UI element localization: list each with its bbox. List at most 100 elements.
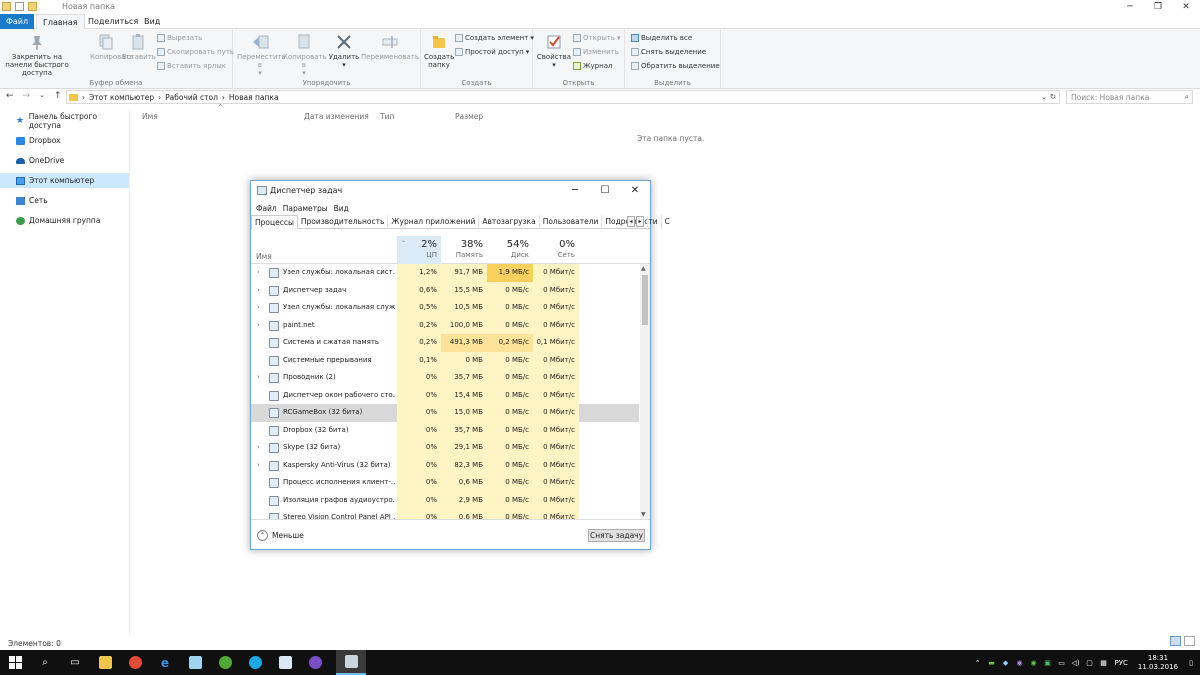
column-disk[interactable]: 54% Диск [487,236,533,264]
utorrent-tray-icon[interactable]: ◉ [1029,659,1039,667]
tm-maximize-button[interactable]: ☐ [590,181,620,201]
new-folder-icon[interactable] [28,2,37,11]
maximize-button[interactable]: ❐ [1144,0,1172,14]
taskbar-utorrent[interactable] [210,650,240,675]
clock[interactable]: 18:31 11.03.2016 [1138,654,1178,672]
taskbar-viber[interactable] [300,650,330,675]
expand-chevron-icon[interactable]: › [257,461,260,469]
nav-item-quick-access[interactable]: ★ Панель быстрого доступа [0,112,129,130]
menu-view[interactable]: Вид [334,204,349,213]
folder-icon[interactable] [2,2,11,11]
tab-performance[interactable]: Производительность [298,215,389,229]
nav-item-this-pc[interactable]: Этот компьютер [0,173,129,188]
taskbar-skype[interactable] [240,650,270,675]
action-center-icon[interactable]: ▯ [1186,659,1196,667]
invert-selection-button[interactable]: Обратить выделение [631,62,720,70]
process-row[interactable]: Системные прерывания 0,1% 0 МБ 0 МБ/с 0 Мбит… [251,351,639,369]
taskbar-task-manager[interactable] [336,650,366,675]
process-list-scrollbar[interactable]: ▲ ▼ [640,264,650,519]
tab-startup[interactable]: Автозагрузка [479,215,540,229]
process-row[interactable]: › paint.net 0,2% 100,0 МБ 0 МБ/с 0 Мбит/с [251,316,639,334]
refresh-icon[interactable]: ⌄ ↻ [1041,92,1056,101]
breadcrumb-desktop[interactable]: Рабочий стол [165,93,218,102]
task-view-button[interactable]: ▭ [60,650,90,675]
large-icons-view-icon[interactable] [1184,636,1195,646]
process-row[interactable]: › Проводник (2) 0% 35,7 МБ 0 МБ/с 0 Мбит/с [251,369,639,387]
taskbar-paintnet[interactable] [270,650,300,675]
viber-tray-icon[interactable]: ◉ [1015,659,1025,667]
process-row[interactable]: Система и сжатая память 0,2% 491,3 МБ 0,2 М… [251,334,639,352]
expand-chevron-icon[interactable]: › [257,443,260,451]
dropbox-tray-icon[interactable]: ◆ [1001,659,1011,667]
select-all-button[interactable]: Выделить все [631,34,692,42]
end-task-button[interactable]: Снять задачу [588,529,645,542]
copy-to-button[interactable]: Копировать в ▾ [283,33,327,77]
taskbar-chrome[interactable] [120,650,150,675]
taskbar-explorer[interactable] [90,650,120,675]
taskbar-edge[interactable]: e [150,650,180,675]
delete-button[interactable]: Удалить ▾ [327,33,361,69]
process-row[interactable]: Процесс исполнения клиент-... 0% 0,6 МБ 0 М… [251,474,639,492]
new-folder-button[interactable]: Создать папку [424,33,454,69]
edit-button[interactable]: Изменить [573,48,619,56]
column-date[interactable]: Дата изменения [304,112,369,121]
column-cpu[interactable]: ⌄ 2% ЦП [397,236,441,264]
easy-access-button[interactable]: Простой доступ ▾ [455,48,529,56]
properties-icon[interactable] [15,2,24,11]
nav-item-onedrive[interactable]: OneDrive [0,153,129,168]
tab-processes[interactable]: Процессы [251,215,298,229]
process-row[interactable]: Stereo Vision Control Panel API ... 0% 0,6… [251,509,639,519]
process-row[interactable]: Изоляция графов аудиоустро... 0% 2,9 МБ 0 М… [251,491,639,509]
copy-path-button[interactable]: Скопировать путь [157,48,234,56]
column-size[interactable]: Размер [455,112,483,121]
tab-scroll-left-icon[interactable]: ◂ [627,216,635,227]
expand-chevron-icon[interactable]: › [257,268,260,276]
select-none-button[interactable]: Снять выделение [631,48,706,56]
address-bar[interactable]: › Этот компьютер › Рабочий стол › Новая … [66,90,1060,104]
fewer-details-button[interactable]: ⌃ Меньше [257,530,304,541]
pin-quick-access-button[interactable]: Закрепить на панели быстрого доступа [4,33,70,77]
expand-chevron-icon[interactable]: › [257,373,260,381]
tray-app-icon[interactable]: ▬ [987,659,997,667]
process-row[interactable]: › Узел службы: локальная служ... 0,5% 10,5 … [251,299,639,317]
menu-options[interactable]: Параметры [283,204,328,213]
volume-icon[interactable]: ◁) [1071,659,1081,667]
tm-minimize-button[interactable]: ─ [560,181,590,201]
nav-item-homegroup[interactable]: Домашняя группа [0,213,129,228]
tab-users[interactable]: Пользователи [540,215,603,229]
paste-shortcut-button[interactable]: Вставить ярлык [157,62,226,70]
tab-services[interactable]: С [662,215,673,229]
column-name[interactable]: Имя [256,252,272,261]
minimize-button[interactable]: ─ [1116,0,1144,14]
tray-expand-icon[interactable]: ⌃ [973,659,983,667]
back-arrow-icon[interactable]: ← [6,91,14,101]
tab-home[interactable]: Главная [36,14,85,29]
scrollbar-thumb[interactable] [642,275,648,325]
cut-button[interactable]: Вырезать [157,34,202,42]
nav-item-dropbox[interactable]: Dropbox [0,133,129,148]
process-row[interactable]: › Kaspersky Anti-Virus (32 бита) 0% 82,3 МБ… [251,456,639,474]
taskbar-paint[interactable] [180,650,210,675]
expand-chevron-icon[interactable]: › [257,321,260,329]
properties-button[interactable]: Свойства ▾ [536,33,572,69]
process-row[interactable]: RCGameBox (32 бита) 0% 15,0 МБ 0 МБ/с 0 Мбит… [251,404,639,422]
expand-chevron-icon[interactable]: › [257,303,260,311]
process-row[interactable]: › Узел службы: локальная сист... 1,2% 91,7 … [251,264,639,282]
keyboard-icon[interactable]: ▦ [1099,659,1109,667]
recent-chevron-icon[interactable]: ⌄ [39,91,45,101]
column-type[interactable]: Тип [380,112,394,121]
expand-chevron-icon[interactable]: › [257,286,260,294]
column-memory[interactable]: 38% Память [441,236,487,264]
notification-icon[interactable]: ▢ [1085,659,1095,667]
tab-app-history[interactable]: Журнал приложений [388,215,480,229]
breadcrumb-new-folder[interactable]: Новая папка [229,93,279,102]
open-button[interactable]: Открыть ▾ [573,34,621,42]
menu-file[interactable]: Файл [256,204,277,213]
start-button[interactable] [0,650,30,675]
tab-share[interactable]: Поделиться [82,14,144,29]
tab-file[interactable]: Файл [0,14,34,29]
details-view-icon[interactable] [1170,636,1181,646]
history-button[interactable]: Журнал [573,62,612,70]
column-name[interactable]: Имя [142,112,158,121]
process-row[interactable]: Dropbox (32 бита) 0% 35,7 МБ 0 МБ/с 0 Мбит/с [251,421,639,439]
